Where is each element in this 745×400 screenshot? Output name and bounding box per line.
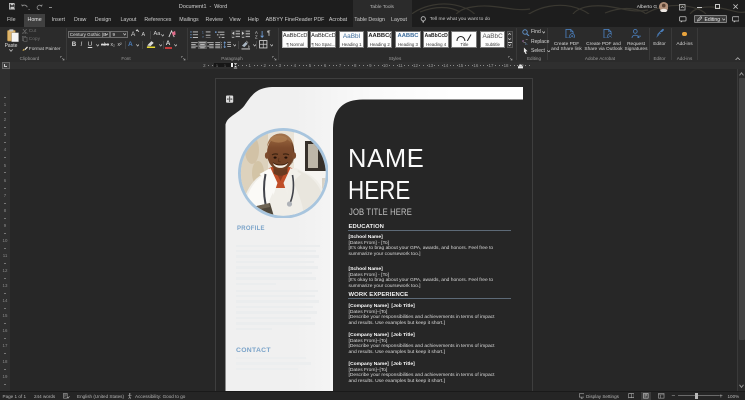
- svg-text:Z: Z: [255, 35, 258, 39]
- svg-text:b: b: [525, 41, 527, 45]
- svg-text:2: 2: [202, 35, 204, 38]
- svg-text:1: 1: [202, 31, 204, 34]
- svg-text:a: a: [522, 38, 524, 43]
